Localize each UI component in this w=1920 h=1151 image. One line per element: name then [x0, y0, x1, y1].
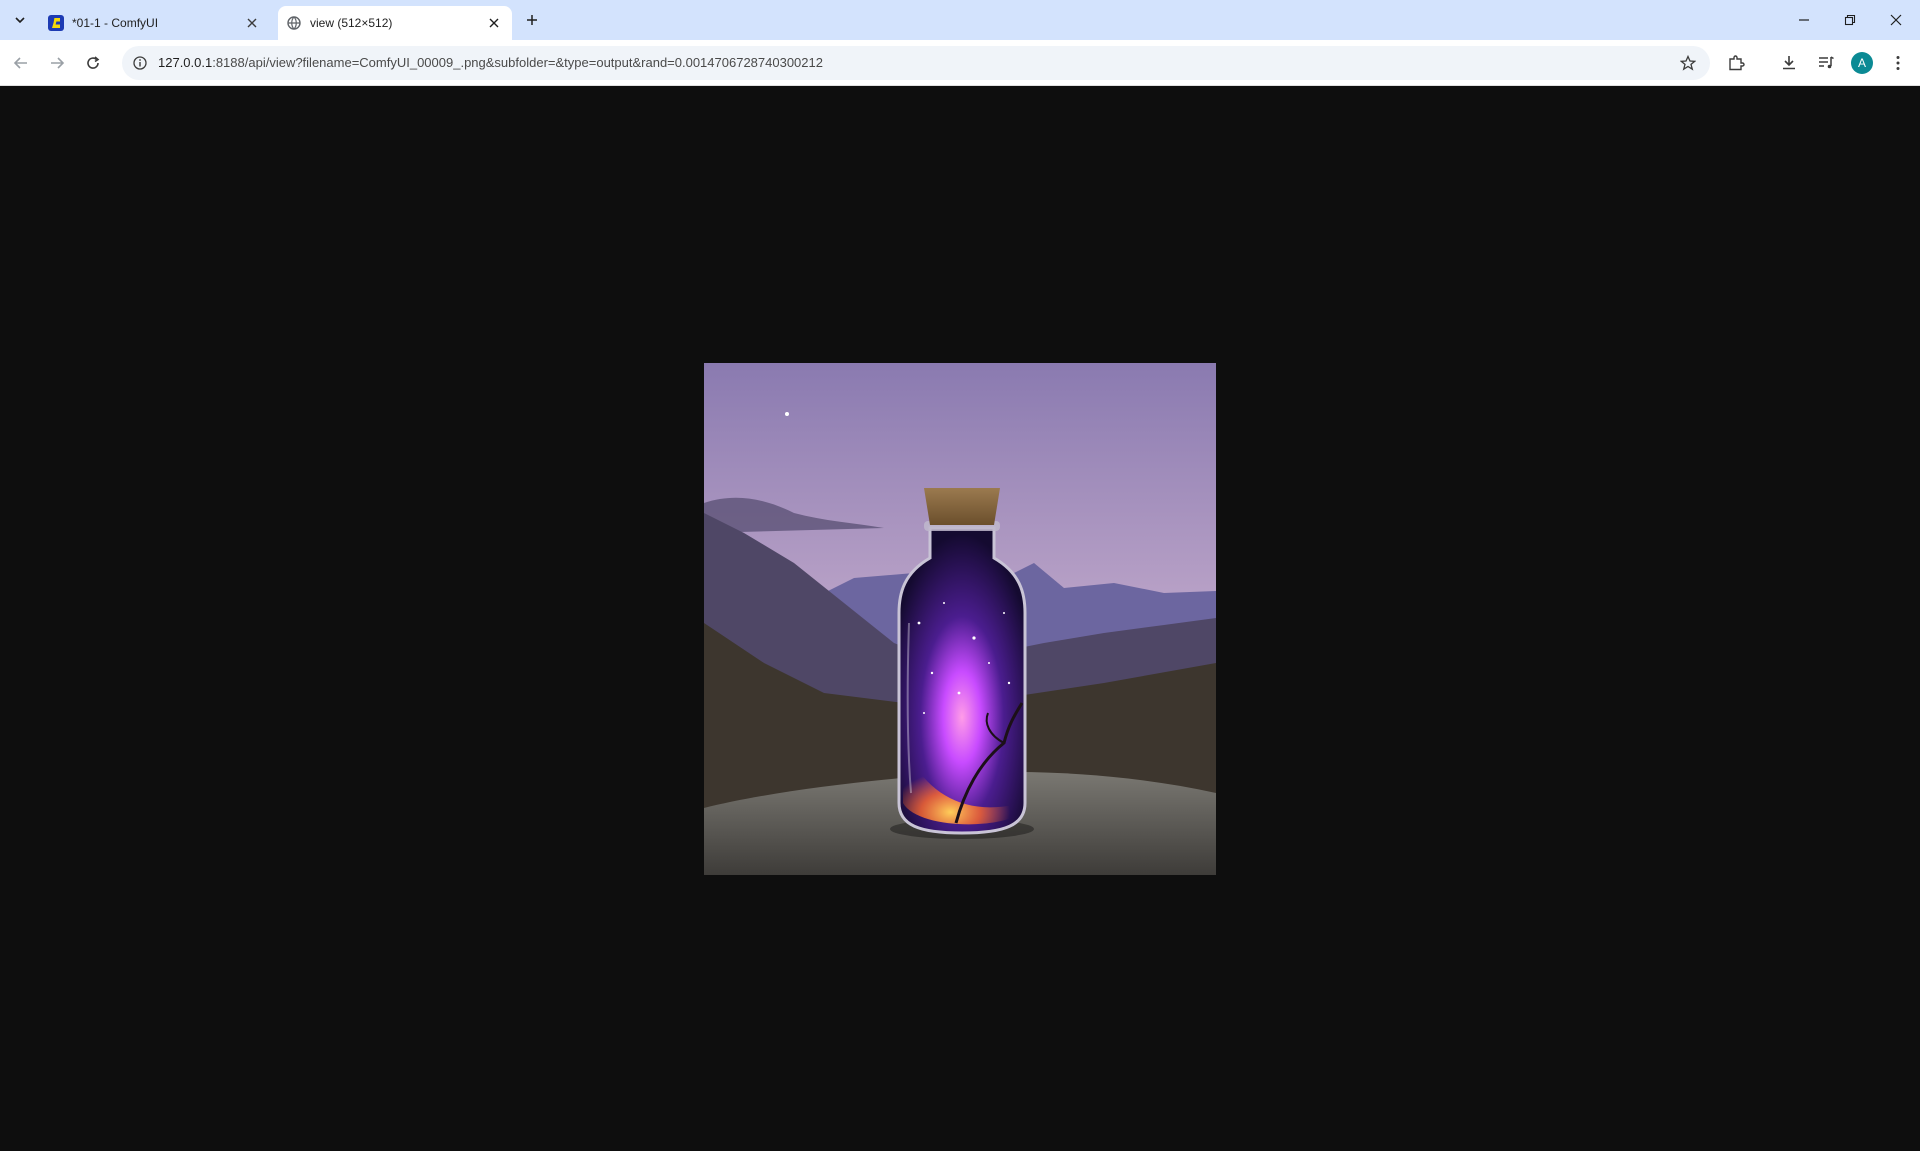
playlist-music-icon	[1819, 56, 1834, 69]
reload-icon	[87, 56, 100, 69]
url-text[interactable]: 127.0.0.1:8188/api/view?filename=ComfyUI…	[158, 55, 823, 70]
more-vertical-icon	[1896, 56, 1900, 70]
chevron-down-icon	[15, 17, 25, 24]
new-tab-button[interactable]	[520, 8, 544, 32]
globe-icon	[286, 15, 302, 31]
address-bar[interactable]: 127.0.0.1:8188/api/view?filename=ComfyUI…	[122, 46, 1710, 80]
minimize-icon	[1799, 19, 1809, 21]
tab-search-button[interactable]	[8, 8, 32, 32]
tab-comfyui[interactable]: *01-1 - ComfyUI	[40, 6, 270, 40]
restore-icon	[1844, 14, 1856, 26]
browser-toolbar: 127.0.0.1:8188/api/view?filename=ComfyUI…	[0, 40, 1920, 86]
glass-bottle-galaxy-image[interactable]	[704, 363, 1216, 875]
arrow-right-icon	[51, 57, 65, 69]
close-icon[interactable]	[242, 13, 262, 33]
tab-title: *01-1 - ComfyUI	[72, 16, 159, 30]
restore-button[interactable]	[1827, 0, 1873, 40]
puzzle-icon	[1729, 55, 1745, 71]
back-button[interactable]	[7, 49, 35, 77]
close-icon	[1890, 14, 1902, 26]
tab-strip: *01-1 - ComfyUI view (512×512)	[0, 0, 1920, 40]
plus-icon	[527, 15, 537, 25]
comfyui-icon	[48, 15, 64, 31]
profile-avatar[interactable]: A	[1851, 52, 1873, 74]
media-controls-button[interactable]	[1814, 51, 1838, 75]
tab-title: view (512×512)	[310, 16, 393, 30]
downloads-button[interactable]	[1777, 51, 1801, 75]
close-icon[interactable]	[484, 13, 504, 33]
site-info-icon[interactable]	[130, 53, 150, 73]
image-viewer	[0, 87, 1920, 1151]
url-path: :8188/api/view?filename=ComfyUI_00009_.p…	[212, 55, 823, 70]
url-host: 127.0.0.1	[158, 55, 213, 70]
arrow-left-icon	[13, 57, 27, 69]
reload-button[interactable]	[79, 49, 107, 77]
bookmark-star-icon[interactable]	[1678, 53, 1698, 73]
forward-button[interactable]	[43, 49, 71, 77]
extensions-button[interactable]	[1724, 51, 1748, 75]
menu-button[interactable]	[1886, 51, 1910, 75]
download-icon	[1783, 56, 1795, 70]
tab-view-image[interactable]: view (512×512)	[278, 6, 512, 40]
close-window-button[interactable]	[1873, 0, 1919, 40]
minimize-button[interactable]	[1781, 0, 1827, 40]
